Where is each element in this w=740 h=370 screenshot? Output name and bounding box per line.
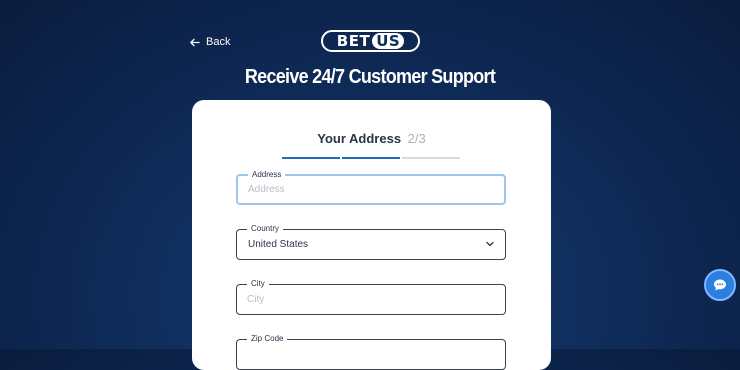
zip-code-field[interactable]: Zip Code — [236, 333, 506, 370]
progress-segment — [342, 157, 400, 159]
progress-segment — [402, 157, 460, 159]
back-button[interactable]: Back — [189, 34, 230, 50]
arrow-left-icon — [190, 38, 200, 46]
logo-text-us: US — [372, 33, 405, 49]
chevron-down-icon — [486, 241, 494, 247]
chat-button[interactable] — [704, 269, 736, 301]
page-headline: Receive 24/7 Customer Support — [244, 66, 496, 88]
zip-code-input[interactable] — [247, 340, 477, 369]
step-title-text: Your Address — [317, 131, 402, 146]
back-label: Back — [206, 36, 231, 48]
city-field[interactable]: City — [236, 278, 506, 315]
chat-bubble-icon — [714, 279, 726, 291]
address-input[interactable] — [248, 176, 478, 203]
betus-logo: BET US — [321, 30, 420, 52]
logo-text-bet: BET — [336, 32, 371, 50]
step-count: 2/3 — [407, 131, 426, 146]
country-value: United States — [248, 239, 309, 250]
progress-segment — [282, 157, 340, 159]
address-form-card: Your Address 2/3 Address Country United … — [192, 100, 551, 370]
address-field[interactable]: Address — [236, 169, 506, 205]
city-input[interactable] — [247, 285, 477, 314]
step-progress-bar — [282, 157, 460, 159]
country-select[interactable]: Country United States — [236, 223, 506, 260]
step-title: Your Address 2/3 — [192, 131, 551, 146]
